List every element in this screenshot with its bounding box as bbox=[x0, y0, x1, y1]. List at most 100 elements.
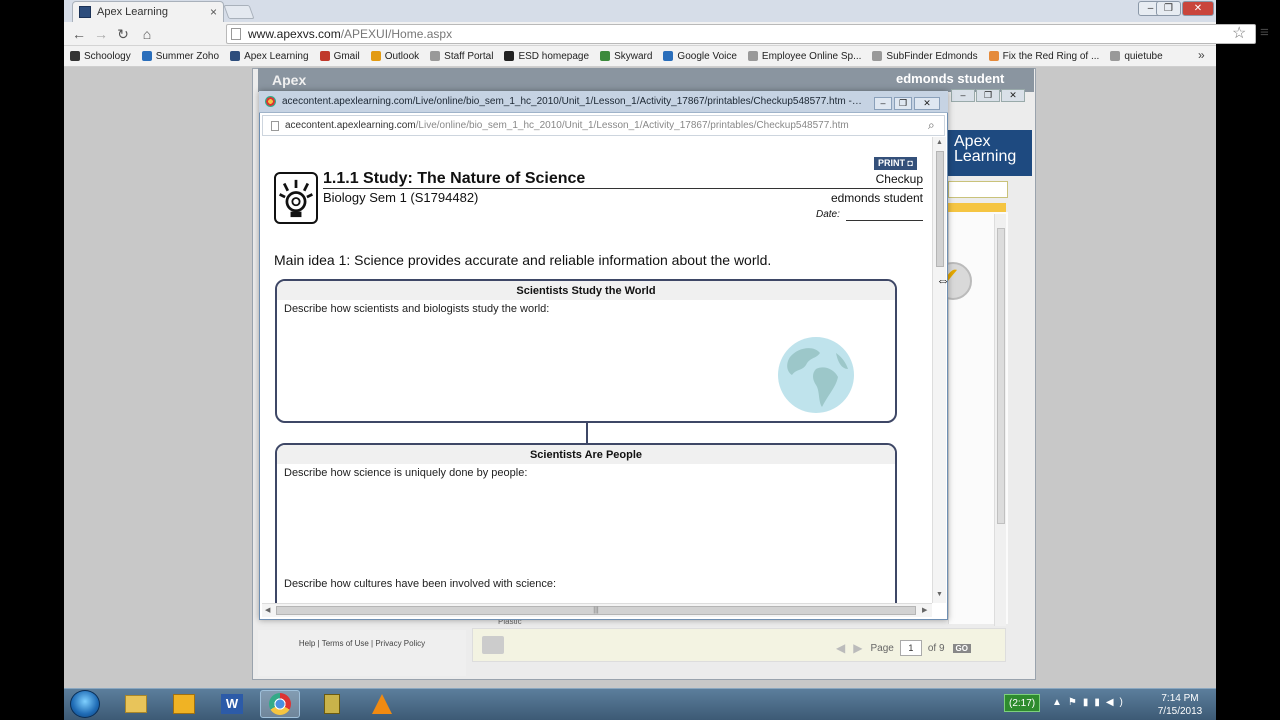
bookmarks-bar: Schoology Summer Zoho Apex Learning Gmail Ou… bbox=[64, 46, 1216, 67]
activity-type: Checkup bbox=[875, 172, 923, 186]
box-connector bbox=[586, 423, 588, 443]
bookmark-item[interactable]: Gmail bbox=[319, 50, 360, 62]
popup-maximize-button[interactable]: ❐ bbox=[894, 97, 912, 110]
resize-cursor-icon: ⇔ bbox=[936, 272, 950, 288]
apex-logo-line1: Apex bbox=[954, 133, 991, 150]
apex-scrollbar-thumb[interactable] bbox=[997, 228, 1005, 524]
bookmark-star-icon[interactable]: ☆ bbox=[1232, 23, 1246, 43]
bookmark-label: Employee Online Sp... bbox=[761, 50, 862, 62]
bookmark-item[interactable]: Summer Zoho bbox=[141, 51, 219, 62]
bookmark-label: SubFinder Edmonds bbox=[886, 50, 978, 62]
tab-close-icon[interactable]: × bbox=[210, 5, 217, 19]
box-heading: Scientists Are People bbox=[277, 445, 895, 464]
box-prompt: Describe how science is uniquely done by… bbox=[284, 467, 528, 479]
system-tray-icons[interactable]: ▲⚑▮▮◀) bbox=[1052, 697, 1129, 708]
folder-icon bbox=[141, 51, 152, 61]
popup-url-path: /Live/online/bio_sem_1_hc_2010/Unit_1/Le… bbox=[415, 120, 849, 131]
home-icon[interactable]: ⌂ bbox=[138, 25, 156, 43]
scientists-are-people-box: Scientists Are People Describe how scien… bbox=[275, 443, 897, 603]
page-icon bbox=[430, 51, 441, 61]
forward-arrow-icon[interactable]: → bbox=[92, 25, 110, 43]
address-bar[interactable]: www.apexvs.com/APEXUI/Home.aspx bbox=[226, 24, 1256, 44]
page-label: Page bbox=[870, 642, 894, 654]
apex-progress-bar bbox=[948, 203, 1006, 212]
scroll-down-arrow-icon[interactable]: ▼ bbox=[936, 591, 943, 598]
outlook-icon[interactable] bbox=[164, 690, 204, 718]
page-icon bbox=[1110, 51, 1121, 61]
popup-close-button[interactable]: ✕ bbox=[914, 97, 940, 110]
prev-page-arrow-icon[interactable]: ◀ bbox=[836, 641, 845, 655]
popup-vertical-scrollbar[interactable]: ▲ ▼ bbox=[932, 137, 946, 603]
bookmark-item[interactable]: Employee Online Sp... bbox=[747, 50, 862, 62]
bookmark-label: ESD homepage bbox=[518, 50, 590, 62]
tab-apex-learning[interactable]: Apex Learning × bbox=[72, 1, 224, 22]
schoology-icon bbox=[70, 51, 80, 61]
bookmark-item[interactable]: Schoology bbox=[70, 51, 131, 62]
bookmark-item[interactable]: Fix the Red Ring of ... bbox=[988, 51, 1099, 62]
bookmark-item[interactable]: ESD homepage bbox=[504, 51, 589, 62]
popup-horizontal-scrollbar[interactable]: ◀ ||| ▶ bbox=[262, 603, 932, 617]
apex-search-field[interactable] bbox=[948, 181, 1008, 198]
bookmark-label: Gmail bbox=[333, 50, 360, 62]
start-button[interactable] bbox=[70, 690, 100, 718]
clock-time: 7:14 PM bbox=[1161, 693, 1199, 704]
zoom-search-icon[interactable]: ⌕ bbox=[928, 118, 935, 133]
popup-minimize-button[interactable]: – bbox=[874, 97, 892, 110]
apex-footer-links[interactable]: Help | Terms of Use | Privacy Policy bbox=[258, 630, 466, 676]
back-arrow-icon[interactable]: ← bbox=[70, 25, 88, 43]
apex-window-controls: – ❐ ✕ bbox=[950, 87, 1032, 102]
bookmark-item[interactable]: Skyward bbox=[600, 51, 652, 62]
bookmark-item[interactable]: SubFinder Edmonds bbox=[872, 50, 978, 62]
vlc-icon[interactable] bbox=[362, 690, 402, 718]
print-button[interactable]: PRINT ◘ bbox=[874, 157, 917, 170]
apex-minimize-icon[interactable]: – bbox=[951, 89, 975, 102]
printer-icon[interactable] bbox=[482, 636, 504, 654]
bookmark-item[interactable]: Outlook bbox=[370, 51, 419, 62]
bookmark-item[interactable]: Google Voice bbox=[663, 51, 737, 62]
bookmarks-more-button[interactable]: » bbox=[1198, 48, 1205, 62]
maximize-button[interactable]: ❐ bbox=[1156, 1, 1181, 16]
popup-scrollbar-thumb[interactable] bbox=[936, 151, 944, 267]
footer-links-text[interactable]: Help | Terms of Use | Privacy Policy bbox=[299, 639, 425, 648]
apex-close-icon[interactable]: ✕ bbox=[1001, 89, 1025, 102]
lesson-title: 1.1.1 Study: The Nature of Science bbox=[323, 170, 586, 187]
print-label: PRINT bbox=[878, 158, 905, 168]
bookmark-item[interactable]: quietube bbox=[1110, 50, 1163, 62]
apex-scrollbar[interactable] bbox=[994, 214, 1006, 626]
url-host: www.apexvs.com bbox=[248, 27, 341, 41]
close-window-button[interactable]: ✕ bbox=[1182, 1, 1214, 16]
new-tab-button[interactable] bbox=[223, 5, 255, 19]
reload-icon[interactable]: ↻ bbox=[114, 25, 132, 43]
battery-indicator[interactable]: (2:17) bbox=[1004, 694, 1041, 712]
printable-document: PRINT ◘ 1.1.1 Study: The Nature of Scien… bbox=[262, 137, 932, 603]
scroll-left-arrow-icon[interactable]: ◀ bbox=[265, 606, 270, 614]
next-page-arrow-icon[interactable]: ▶ bbox=[853, 641, 862, 655]
pager: ◀ ▶ Page 1 of 9 GO bbox=[836, 640, 971, 656]
popup-titlebar: acecontent.apexlearning.com/Live/online/… bbox=[259, 91, 948, 113]
bookmark-item[interactable]: Staff Portal bbox=[430, 51, 493, 62]
bookmark-label: quietube bbox=[1124, 50, 1163, 62]
outlook-icon bbox=[370, 51, 381, 61]
popup-address-bar[interactable]: acecontent.apexlearning.com/Live/online/… bbox=[262, 115, 945, 136]
chrome-menu-icon[interactable]: ≡ bbox=[1260, 24, 1269, 41]
clock-date: 7/15/2013 bbox=[1157, 706, 1203, 717]
page-icon bbox=[872, 51, 883, 61]
system-clock[interactable]: 7:14 PM 7/15/2013 bbox=[1150, 692, 1210, 718]
scroll-right-arrow-icon[interactable]: ▶ bbox=[922, 606, 927, 614]
stamp-icon[interactable] bbox=[312, 690, 352, 718]
box-prompt: Describe how scientists and biologists s… bbox=[284, 303, 550, 315]
page-number-input[interactable]: 1 bbox=[899, 640, 922, 656]
bookmark-item[interactable]: Apex Learning bbox=[230, 51, 309, 62]
chrome-icon[interactable] bbox=[260, 690, 300, 718]
apex-maximize-icon[interactable]: ❐ bbox=[976, 89, 1000, 102]
scroll-up-arrow-icon[interactable]: ▲ bbox=[936, 139, 943, 146]
go-button[interactable]: GO bbox=[952, 643, 971, 653]
explorer-icon[interactable] bbox=[116, 690, 156, 718]
popup-url-host: acecontent.apexlearning.com bbox=[285, 120, 416, 131]
word-icon[interactable]: W bbox=[212, 690, 252, 718]
voice-icon bbox=[663, 51, 674, 61]
page-count: of 9 bbox=[927, 642, 945, 654]
popup-hscroll-thumb[interactable]: ||| bbox=[276, 606, 916, 615]
apex-logo-line2: Learning bbox=[954, 148, 1017, 165]
letterbox-left bbox=[0, 0, 64, 720]
